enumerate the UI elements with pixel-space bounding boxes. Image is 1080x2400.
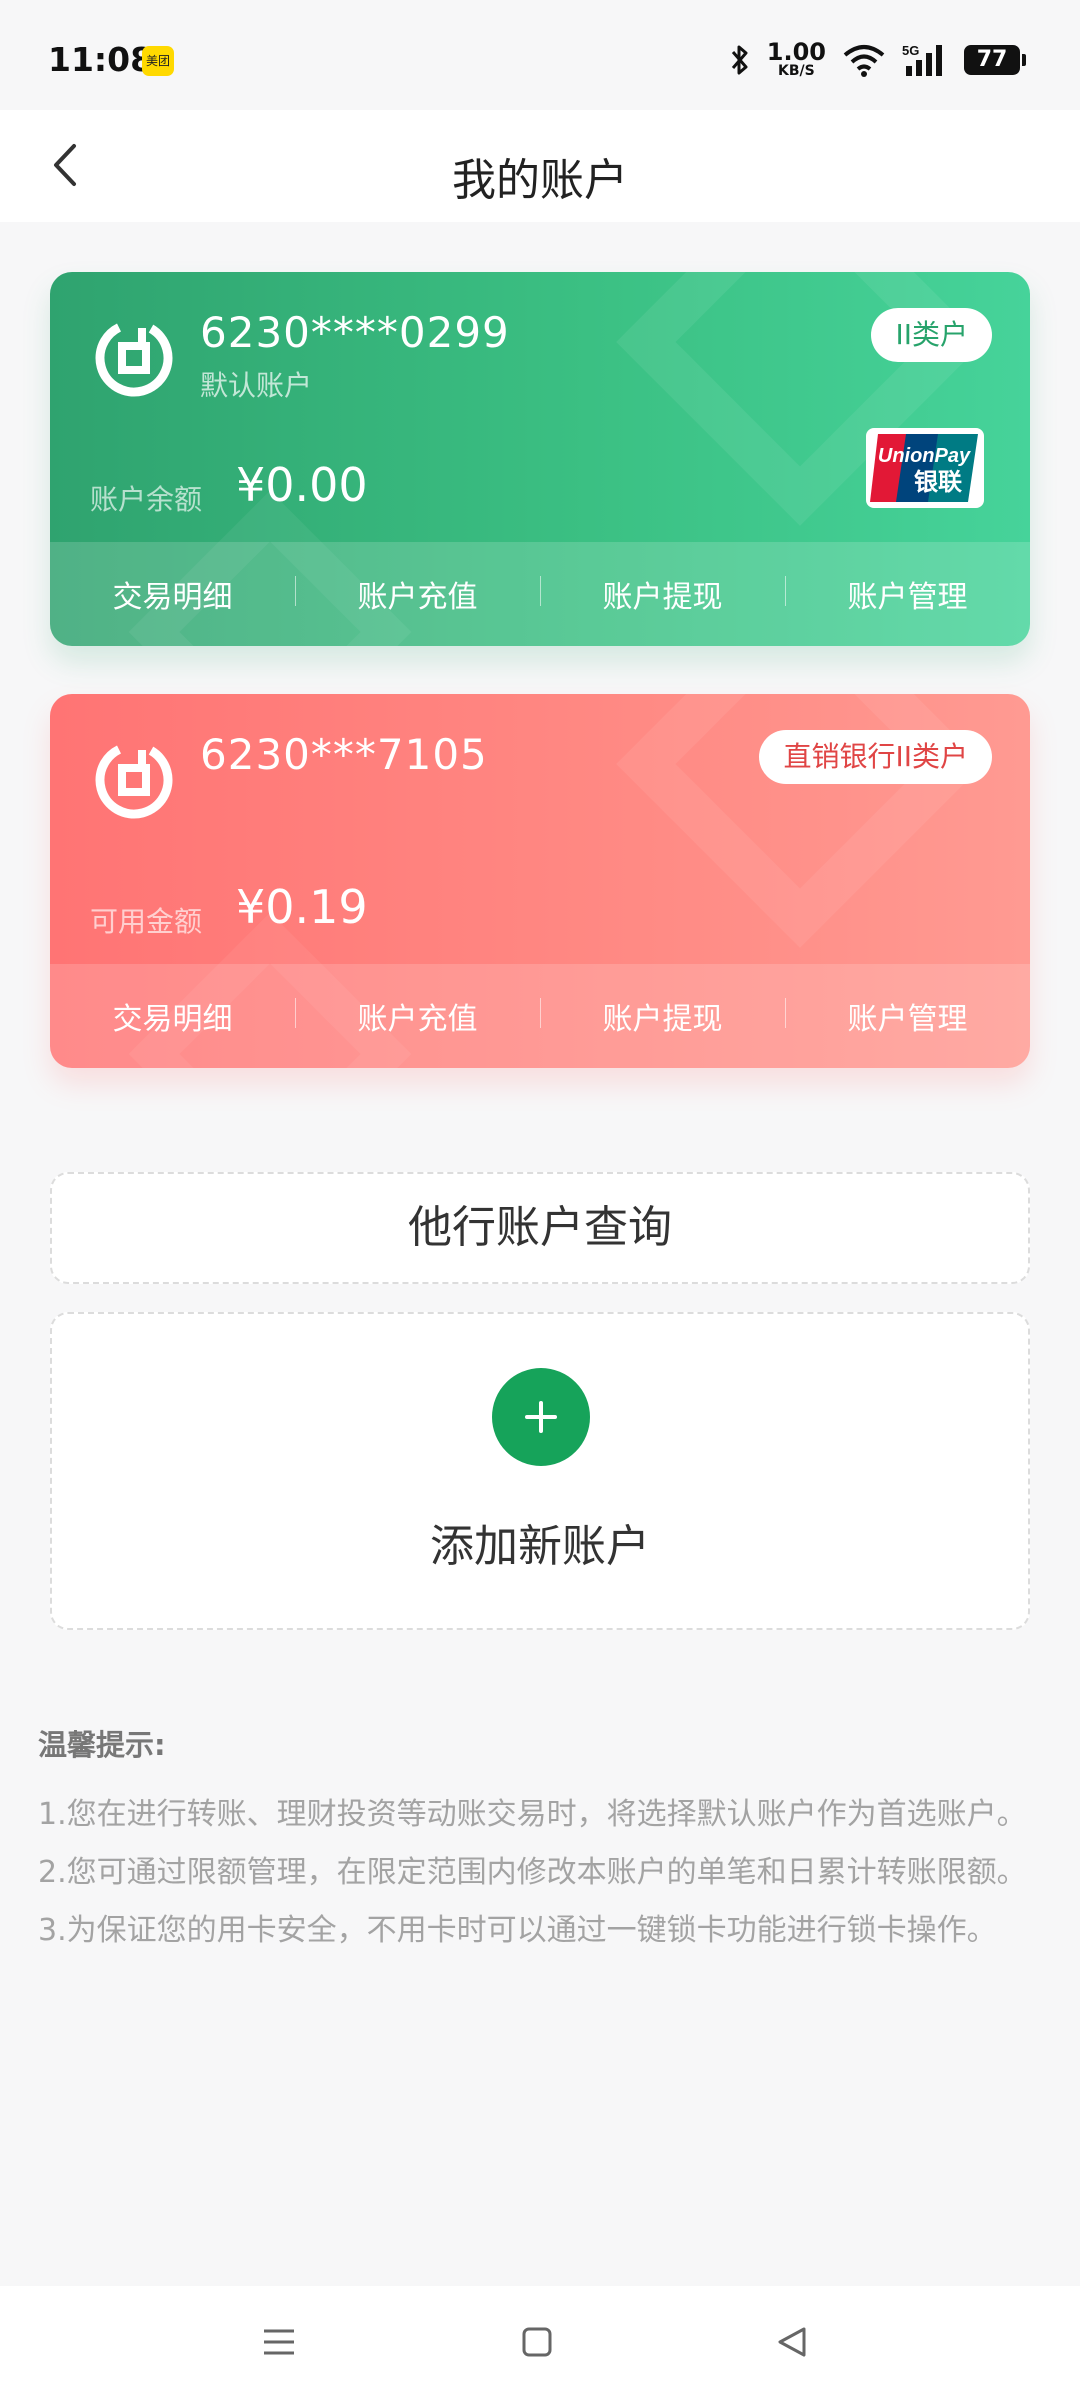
account-type-badge: II类户 xyxy=(871,308,992,362)
withdraw-button[interactable]: 账户提现 xyxy=(540,994,785,1038)
recent-apps-icon[interactable] xyxy=(262,2326,296,2358)
account-number: 6230****0299 xyxy=(200,308,510,357)
plus-icon xyxy=(492,1368,590,1466)
balance-value: ¥0.00 xyxy=(236,458,368,512)
status-icons: 1.00 KB/S 5G 77 xyxy=(729,38,1026,82)
page-title: 我的账户 xyxy=(452,155,628,206)
account-manage-button[interactable]: 账户管理 xyxy=(785,572,1030,616)
card-action-bar: 交易明细 账户充值 账户提现 账户管理 xyxy=(50,964,1030,1068)
account-type-badge: 直销银行II类户 xyxy=(759,730,992,784)
status-time: 11:08 xyxy=(48,40,154,79)
unionpay-latin-label: UnionPay xyxy=(878,445,971,467)
back-triangle-icon[interactable] xyxy=(776,2326,808,2358)
add-account-label: 添加新账户 xyxy=(430,1521,650,1572)
tips-title: 温馨提示: xyxy=(38,1728,166,1762)
balance-label: 可用金额 xyxy=(90,905,203,938)
account-subtitle: 默认账户 xyxy=(200,369,313,402)
bluetooth-icon xyxy=(731,45,748,75)
tip-item: 2.您可通过限额管理，在限定范围内修改本账户的单笔和日累计转账限额。 xyxy=(38,1855,1027,1890)
balance-label: 账户余额 xyxy=(90,483,203,516)
other-bank-query-label: 他行账户查询 xyxy=(408,1202,672,1253)
meituan-notification-icon: 美团 xyxy=(142,46,174,76)
bank-logo-icon xyxy=(95,741,173,819)
network-type-label: 5G xyxy=(902,43,919,58)
top-up-button[interactable]: 账户充值 xyxy=(295,994,540,1038)
tips-section: 温馨提示: 1.您在进行转账、理财投资等动账交易时，将选择默认账户作为首选账户。… xyxy=(38,1722,1038,1960)
withdraw-button[interactable]: 账户提现 xyxy=(540,572,785,616)
status-bar: 11:08 美团 1.00 KB/S 5G 77 xyxy=(0,0,1080,110)
other-bank-query-button[interactable]: 他行账户查询 xyxy=(50,1172,1030,1284)
cellular-signal-icon: 5G xyxy=(902,43,942,76)
page-header: 我的账户 xyxy=(0,110,1080,222)
wifi-icon xyxy=(843,45,885,77)
add-account-button[interactable]: 添加新账户 xyxy=(50,1312,1030,1630)
account-number: 6230***7105 xyxy=(200,730,488,779)
tip-item: 3.为保证您的用卡安全，不用卡时可以通过一键锁卡功能进行锁卡操作。 xyxy=(38,1913,997,1948)
account-manage-button[interactable]: 账户管理 xyxy=(785,994,1030,1038)
top-up-button[interactable]: 账户充值 xyxy=(295,572,540,616)
account-card-default[interactable]: 6230****0299 默认账户 II类户 账户余额 ¥0.00 UnionP… xyxy=(50,272,1030,646)
battery-icon: 77 xyxy=(964,45,1026,75)
bank-logo-icon xyxy=(95,319,173,397)
transaction-details-button[interactable]: 交易明细 xyxy=(50,572,295,616)
home-icon[interactable] xyxy=(522,2326,552,2358)
transaction-details-button[interactable]: 交易明细 xyxy=(50,994,295,1038)
balance-value: ¥0.19 xyxy=(236,880,368,934)
unionpay-chinese-label: 银联 xyxy=(914,468,962,496)
unionpay-logo-icon: UnionPay 银联 xyxy=(866,428,984,508)
network-speed: 1.00 KB/S xyxy=(766,38,826,79)
tip-item: 1.您在进行转账、理财投资等动账交易时，将选择默认账户作为首选账户。 xyxy=(38,1797,1027,1832)
system-nav-bar xyxy=(0,2286,1080,2400)
card-action-bar: 交易明细 账户充值 账户提现 账户管理 xyxy=(50,542,1030,646)
account-card-direct-bank[interactable]: 6230***7105 直销银行II类户 可用金额 ¥0.19 交易明细 账户充… xyxy=(50,694,1030,1068)
